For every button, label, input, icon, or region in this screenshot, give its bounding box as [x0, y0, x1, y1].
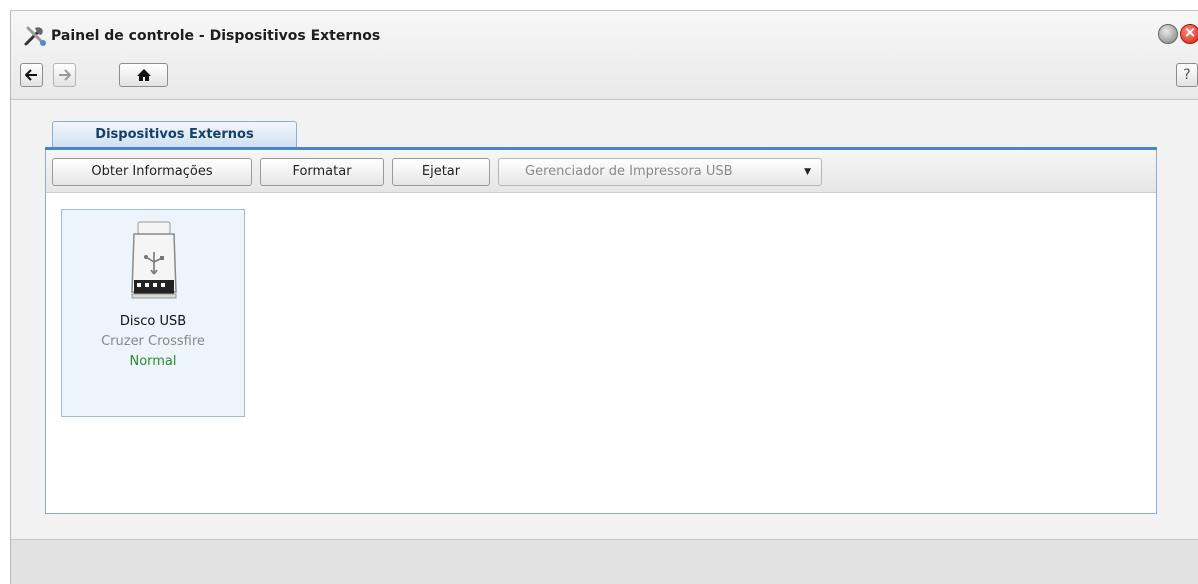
home-icon	[136, 69, 151, 81]
usb-drive-icon	[131, 221, 177, 299]
close-button[interactable]	[1180, 23, 1198, 44]
minimize-button[interactable]	[1158, 24, 1178, 44]
eject-button[interactable]: Ejetar	[392, 158, 490, 186]
usb-printer-manager-label: Gerenciador de Impressora USB	[525, 164, 733, 179]
device-card[interactable]: Disco USB Cruzer Crossfire Normal	[61, 209, 245, 417]
tab-dispositivos-externos[interactable]: Dispositivos Externos	[52, 121, 297, 147]
devices-toolbar: Obter Informações Formatar Ejetar Gerenc…	[46, 150, 1156, 193]
device-model: Cruzer Crossfire	[101, 334, 205, 349]
home-button[interactable]	[119, 63, 168, 87]
arrow-right-icon	[59, 69, 71, 81]
back-button[interactable]	[20, 63, 43, 87]
usb-printer-manager-dropdown[interactable]: Gerenciador de Impressora USB ▼	[498, 158, 822, 186]
chevron-down-icon: ▼	[804, 167, 811, 177]
arrow-left-icon	[25, 69, 37, 81]
device-status: Normal	[129, 354, 177, 369]
forward-button[interactable]	[53, 63, 76, 87]
device-name: Disco USB	[119, 314, 187, 329]
title-bar: Painel de controle - Dispositivos Extern…	[11, 11, 1198, 100]
devices-panel: Obter Informações Formatar Ejetar Gerenc…	[45, 150, 1157, 514]
window-title: Painel de controle - Dispositivos Extern…	[51, 28, 381, 44]
tools-icon	[24, 26, 46, 46]
help-button[interactable]: ?	[1176, 63, 1198, 87]
format-button[interactable]: Formatar	[260, 158, 384, 186]
status-bar	[11, 539, 1198, 584]
get-info-button[interactable]: Obter Informações	[52, 158, 252, 186]
